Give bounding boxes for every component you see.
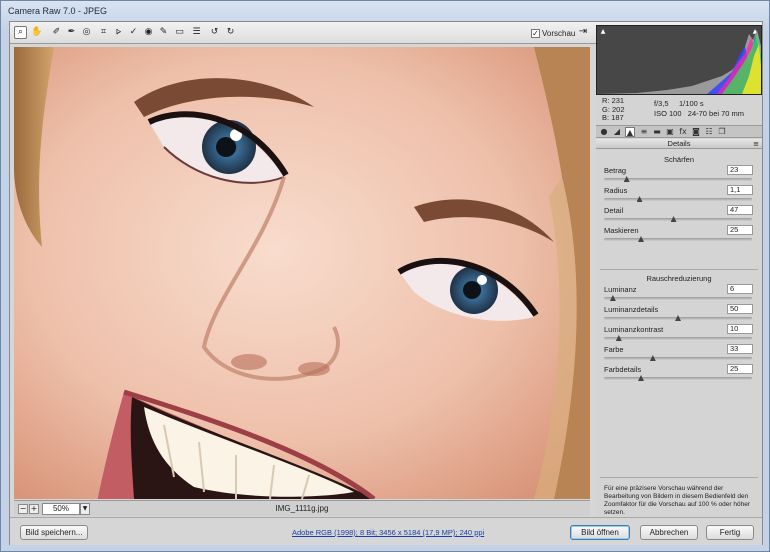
zoom-tool-icon[interactable]: ⌕ xyxy=(14,26,27,39)
tab-detail-icon[interactable]: ▲ xyxy=(625,127,635,137)
hand-tool-icon[interactable]: ✋ xyxy=(30,26,43,39)
slider-value-field[interactable]: 23 xyxy=(727,165,753,175)
slider-value-field[interactable]: 10 xyxy=(727,324,753,334)
camera-info: f/3,5 1/100 s ISO 100 24-70 bei 70 mm xyxy=(654,99,744,119)
divider xyxy=(600,477,758,478)
slider-detail: Detail 47 xyxy=(604,205,760,225)
slider-track[interactable] xyxy=(604,297,752,300)
slider-label: Luminanzkontrast xyxy=(604,325,664,334)
slider-value-field[interactable]: 1,1 xyxy=(727,185,753,195)
rotate-cw-icon[interactable]: ↻ xyxy=(224,26,237,39)
slider-value-field[interactable]: 6 xyxy=(727,284,753,294)
slider-luminanz: Luminanz 6 xyxy=(604,284,760,304)
image-filename: IMG_1111g.jpg xyxy=(275,504,329,513)
panel-menu-icon[interactable]: ≡ xyxy=(753,139,759,149)
save-image-button[interactable]: Bild speichern... xyxy=(20,525,88,540)
sharpen-title: Schärfen xyxy=(663,155,695,164)
tab-basic-icon[interactable]: ● xyxy=(599,127,609,137)
target-adjustment-tool-icon[interactable]: ◎ xyxy=(80,26,93,39)
slider-label: Maskieren xyxy=(604,226,639,235)
tab-hsl-icon[interactable]: ≡ xyxy=(639,127,649,137)
spot-removal-tool-icon[interactable]: ✓ xyxy=(127,26,140,39)
color-sampler-tool-icon[interactable]: ✒ xyxy=(65,26,78,39)
slider-farbe: Farbe 33 xyxy=(604,344,760,364)
open-image-button[interactable]: Bild öffnen xyxy=(570,525,630,540)
slider-track[interactable] xyxy=(604,337,752,340)
tab-tone-curve-icon[interactable]: ◢ xyxy=(612,127,622,137)
slider-track[interactable] xyxy=(604,238,752,241)
slider-label: Betrag xyxy=(604,166,627,175)
slider-label: Luminanzdetails xyxy=(604,305,659,314)
slider-track[interactable] xyxy=(604,357,752,360)
slider-luminanzkontrast: Luminanzkontrast 10 xyxy=(604,324,760,344)
slider-radius: Radius 1,1 xyxy=(604,185,760,205)
tab-snapshots-icon[interactable]: ❐ xyxy=(717,127,727,137)
white-balance-tool-icon[interactable]: ✐ xyxy=(50,26,63,39)
rotate-ccw-icon[interactable]: ↺ xyxy=(208,26,221,39)
iso-lens: ISO 100 24-70 bei 70 mm xyxy=(654,109,745,118)
slider-label: Farbdetails xyxy=(604,365,642,374)
tab-presets-icon[interactable]: ☷ xyxy=(704,127,714,137)
slider-betrag: Betrag 23 xyxy=(604,165,760,185)
image-preview[interactable] xyxy=(14,47,590,499)
window-title: Camera Raw 7.0 - JPEG xyxy=(8,6,108,16)
cancel-button[interactable]: Abbrechen xyxy=(640,525,698,540)
tab-camera-calibration-icon[interactable]: ◙ xyxy=(691,127,701,137)
red-eye-removal-tool-icon[interactable]: ◉ xyxy=(142,26,155,39)
portrait-photo xyxy=(14,47,590,499)
camera-raw-window: Camera Raw 7.0 - JPEG ⌕ ✋ ✐ ✒ ◎ ⌗ ⦠ ✓ ◉ … xyxy=(0,0,770,552)
slider-maskieren: Maskieren 25 xyxy=(604,225,760,245)
slider-value-field[interactable]: 50 xyxy=(727,304,753,314)
preview-label: Vorschau xyxy=(542,28,576,38)
pixel-readout: R: 231 G: 202 B: 187 f/3,5 1/100 s ISO 1… xyxy=(596,96,762,123)
slider-value-field[interactable]: 47 xyxy=(727,205,753,215)
slider-value-field[interactable]: 25 xyxy=(727,364,753,374)
preview-toggle[interactable]: ✓ Vorschau xyxy=(531,27,575,39)
done-button[interactable]: Fertig xyxy=(706,525,754,540)
crop-tool-icon[interactable]: ⌗ xyxy=(97,26,110,39)
slider-track[interactable] xyxy=(604,218,752,221)
histogram-graph xyxy=(597,30,761,94)
slider-label: Farbe xyxy=(604,345,624,354)
graduated-filter-icon[interactable]: ▭ xyxy=(173,26,186,39)
tab-effects-icon[interactable]: fx xyxy=(678,127,688,137)
dialog-body: ⌕ ✋ ✐ ✒ ◎ ⌗ ⦠ ✓ ◉ ✎ ▭ ☰ ↺ ↻ ✓ Vorschau ⇥ xyxy=(9,21,763,545)
blue-value: B: 187 xyxy=(602,113,624,122)
panel-section-title: Details xyxy=(667,139,691,148)
slider-value-field[interactable]: 25 xyxy=(727,225,753,235)
slider-luminanzdetails: Luminanzdetails 50 xyxy=(604,304,760,324)
tab-lens-corrections-icon[interactable]: ▣ xyxy=(665,127,675,137)
divider xyxy=(600,269,758,270)
fullscreen-icon[interactable]: ⇥ xyxy=(576,26,590,39)
slider-label: Luminanz xyxy=(604,285,637,294)
adjustment-brush-icon[interactable]: ✎ xyxy=(157,26,170,39)
preview-checkbox[interactable]: ✓ xyxy=(531,28,540,38)
zoom-bar: − + 50% ▼ IMG_1111g.jpg xyxy=(14,500,590,516)
slider-value-field[interactable]: 33 xyxy=(727,344,753,354)
slider-track[interactable] xyxy=(604,377,752,380)
preferences-icon[interactable]: ☰ xyxy=(190,26,203,39)
workflow-options-link[interactable]: Adobe RGB (1998); 8 Bit; 3456 x 5184 (17… xyxy=(292,528,484,537)
tab-split-toning-icon[interactable]: ▬ xyxy=(652,127,662,137)
zoom-hint: Für eine präzisere Vorschau während der … xyxy=(604,485,750,516)
noise-title: Rauschreduzierung xyxy=(646,274,712,283)
right-panel: ▲ ▲ R: 231 G: 202 B: 187 f/3,5 1/100 s I… xyxy=(596,25,762,517)
slider-farbdetails: Farbdetails 25 xyxy=(604,364,760,384)
rgb-values: R: 231 G: 202 B: 187 xyxy=(602,96,625,123)
title-bar[interactable]: Camera Raw 7.0 - JPEG xyxy=(1,1,769,21)
slider-track[interactable] xyxy=(604,198,752,201)
straighten-tool-icon[interactable]: ⦠ xyxy=(112,26,125,39)
aperture-shutter: f/3,5 1/100 s xyxy=(654,99,704,108)
panel-tabs: ● ◢ ▲ ≡ ▬ ▣ fx ◙ ☷ ❐ xyxy=(596,125,762,138)
slider-label: Radius xyxy=(604,186,628,195)
panel-section-header: Details ≡ xyxy=(596,139,762,149)
histogram: ▲ ▲ xyxy=(596,25,762,95)
bottom-bar: Bild speichern... Adobe RGB (1998); 8 Bi… xyxy=(10,517,762,545)
slider-label: Detail xyxy=(604,206,624,215)
